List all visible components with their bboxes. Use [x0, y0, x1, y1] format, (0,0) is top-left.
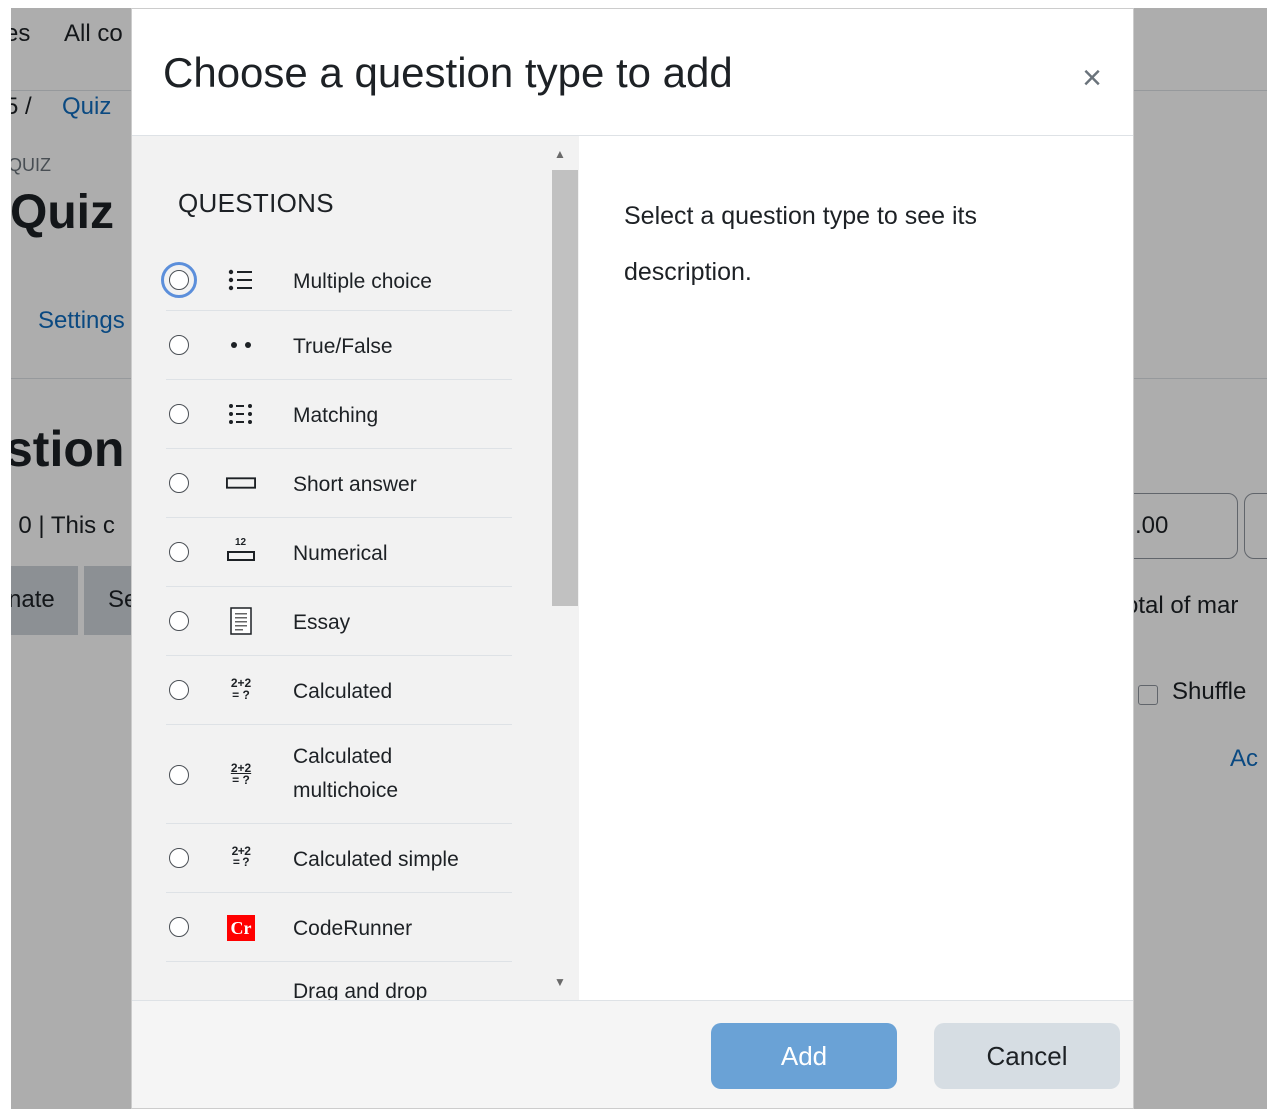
- option-true-false[interactable]: True/False: [166, 311, 512, 380]
- radio-calculated[interactable]: [169, 680, 189, 700]
- option-label-line1: Calculated: [293, 745, 393, 768]
- option-label: Calculated: [293, 680, 393, 703]
- option-label: Short answer: [293, 473, 417, 496]
- question-options-pane[interactable]: QUESTIONS Multiple choice True/False Mat…: [132, 136, 579, 1000]
- option-numerical[interactable]: 12 Numerical: [166, 518, 512, 587]
- option-label: Numerical: [293, 542, 388, 565]
- radio-multiple-choice[interactable]: [161, 262, 197, 298]
- calculated-multichoice-icon: 2+2 = ?: [226, 759, 256, 789]
- numerical-icon: 12: [226, 535, 256, 565]
- option-label: Calculated simple: [293, 848, 459, 871]
- option-label: True/False: [293, 335, 393, 358]
- scroll-down-arrow-icon[interactable]: ▼: [546, 972, 574, 992]
- radio-numerical[interactable]: [169, 542, 189, 562]
- viewport-edge-top: [0, 0, 1267, 8]
- dialog-body: QUESTIONS Multiple choice True/False Mat…: [132, 136, 1133, 1000]
- option-short-answer[interactable]: Short answer: [166, 449, 512, 518]
- add-button[interactable]: Add: [711, 1023, 897, 1089]
- option-label: Matching: [293, 404, 379, 427]
- option-label: Drag and drop: [293, 980, 428, 1000]
- short-answer-icon: [226, 468, 256, 498]
- option-label: Essay: [293, 611, 351, 634]
- option-calculated-multichoice[interactable]: 2+2 = ? Calculated multichoice: [166, 725, 512, 824]
- dialog-header: Choose a question type to add ×: [132, 9, 1133, 136]
- radio-essay[interactable]: [169, 611, 189, 631]
- viewport-edge-bottom: [0, 1109, 1267, 1120]
- option-label-line2: multichoice: [293, 779, 399, 802]
- option-label: Multiple choice: [293, 270, 432, 293]
- radio-true-false[interactable]: [169, 335, 189, 355]
- option-essay[interactable]: Essay: [166, 587, 512, 656]
- questions-section-label: QUESTIONS: [178, 188, 334, 218]
- radio-coderunner[interactable]: [169, 917, 189, 937]
- option-coderunner[interactable]: Cr CodeRunner: [166, 893, 512, 962]
- options-scrollbar[interactable]: ▲ ▼: [546, 144, 578, 992]
- dialog-title: Choose a question type to add: [163, 49, 733, 96]
- cancel-button[interactable]: Cancel: [934, 1023, 1120, 1089]
- option-matching[interactable]: Matching: [166, 380, 512, 449]
- type-description: Select a question type to see its descri…: [624, 202, 977, 286]
- option-multiple-choice[interactable]: Multiple choice: [161, 242, 512, 311]
- calc-icon-bottom: = ?: [232, 688, 250, 702]
- option-calculated[interactable]: 2+2 = ? Calculated: [166, 656, 512, 725]
- radio-matching[interactable]: [169, 404, 189, 424]
- option-label: CodeRunner: [293, 917, 413, 940]
- calcs-icon-bottom: = ?: [232, 855, 250, 869]
- radio-short-answer[interactable]: [169, 473, 189, 493]
- essay-icon: [226, 606, 256, 636]
- radio-calculated-multichoice[interactable]: [169, 765, 189, 785]
- calcmc-icon-bottom: = ?: [232, 773, 250, 787]
- coderunner-icon: Cr: [226, 913, 256, 943]
- question-type-dialog: Choose a question type to add × QUESTION…: [131, 8, 1134, 1109]
- option-drag-and-drop[interactable]: Drag and drop: [166, 962, 512, 1000]
- calculated-icon: 2+2 = ?: [226, 674, 256, 704]
- multiple-choice-icon: [226, 265, 256, 295]
- radio-calculated-simple[interactable]: [169, 848, 189, 868]
- close-icon: ×: [1082, 59, 1102, 97]
- viewport-edge: [0, 0, 11, 1120]
- dialog-footer: Add Cancel: [132, 1000, 1133, 1108]
- scroll-up-arrow-icon[interactable]: ▲: [546, 144, 574, 164]
- scrollbar-thumb[interactable]: [552, 170, 578, 606]
- description-pane: Select a question type to see its descri…: [579, 136, 1133, 1000]
- drag-and-drop-icon: [226, 992, 256, 1000]
- option-calculated-simple[interactable]: 2+2 = ? Calculated simple: [166, 824, 512, 893]
- calculated-simple-icon: 2+2 = ?: [226, 842, 256, 872]
- numerical-icon-text: 12: [235, 537, 247, 548]
- close-button[interactable]: ×: [1075, 61, 1109, 95]
- matching-icon: [226, 399, 256, 429]
- true-false-icon: [226, 330, 256, 360]
- coderunner-icon-text: Cr: [227, 915, 255, 941]
